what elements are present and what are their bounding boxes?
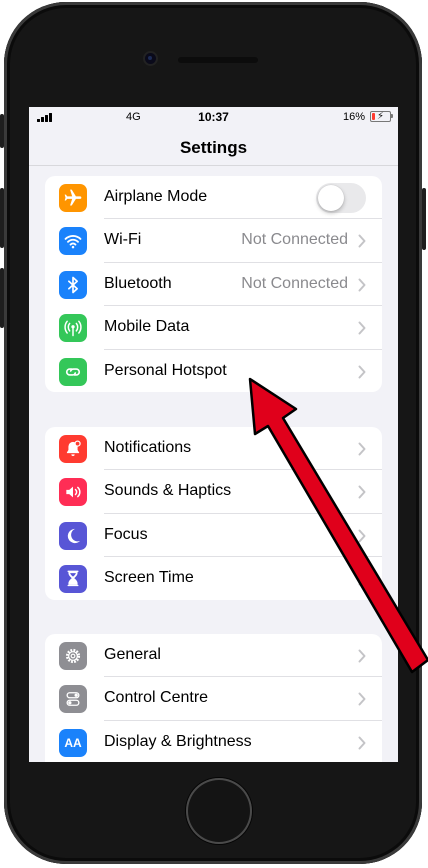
front-camera <box>145 53 156 64</box>
chevron-right-icon <box>358 278 366 292</box>
chevron-right-icon <box>358 234 366 248</box>
settings-row-wifi[interactable]: Wi-Fi Not Connected <box>45 219 382 263</box>
battery-percent: 16% <box>343 111 366 123</box>
chevron-right-icon <box>358 442 366 456</box>
hotspot-chain-icon <box>59 357 87 386</box>
moon-icon <box>59 521 87 550</box>
settings-row-label: Notifications <box>104 439 192 456</box>
volume-up-button <box>0 188 4 248</box>
power-button <box>422 188 426 250</box>
chevron-right-icon <box>358 736 366 750</box>
home-button[interactable] <box>186 778 252 844</box>
chevron-right-icon <box>358 485 366 499</box>
settings-row-notifications[interactable]: Notifications <box>45 427 382 471</box>
bluetooth-status-value: Not Connected <box>241 274 348 292</box>
settings-row-airplane-mode[interactable]: Airplane Mode <box>45 176 382 220</box>
wifi-status-value: Not Connected <box>241 231 348 249</box>
gear-icon <box>59 642 87 670</box>
settings-row-label: Personal Hotspot <box>104 361 227 379</box>
hourglass-icon <box>59 565 87 594</box>
speaker-icon <box>59 478 87 507</box>
settings-row-label: Sounds & Haptics <box>104 482 232 500</box>
chevron-right-icon <box>358 649 366 663</box>
settings-group-notifications: Notifications Sounds & Haptics Focus Scr… <box>45 427 382 600</box>
settings-row-label: Wi-Fi <box>104 231 142 249</box>
airplane-icon <box>59 184 87 212</box>
mute-switch <box>0 114 4 148</box>
text-size-icon: AA <box>59 728 87 757</box>
chevron-right-icon <box>358 529 366 543</box>
settings-row-label: Mobile Data <box>104 318 190 336</box>
settings-group-general: General Control Centre AA Display & Brig… <box>45 634 382 762</box>
settings-row-label: Bluetooth <box>104 274 172 292</box>
chevron-right-icon <box>358 692 366 706</box>
settings-row-mobile-data[interactable]: Mobile Data <box>45 306 382 350</box>
settings-row-label: Control Centre <box>104 689 209 707</box>
volume-down-button <box>0 268 4 328</box>
switches-icon <box>59 685 87 714</box>
text-size-glyph: AA <box>64 735 82 750</box>
settings-row-display-brightness[interactable]: AA Display & Brightness <box>45 721 382 762</box>
chevron-right-icon <box>358 572 366 586</box>
bell-icon <box>59 435 87 463</box>
battery-charging-icon: ⚡ <box>370 111 393 122</box>
settings-group-connectivity: Airplane Mode Wi-Fi Not Connected Blueto… <box>45 176 382 392</box>
settings-row-personal-hotspot[interactable]: Personal Hotspot <box>45 350 382 392</box>
settings-row-screen-time[interactable]: Screen Time <box>45 557 382 600</box>
settings-row-label: Display & Brightness <box>104 732 252 750</box>
page-title: Settings <box>179 138 248 157</box>
settings-row-general[interactable]: General <box>45 634 382 678</box>
bluetooth-icon <box>59 270 87 299</box>
airplane-mode-toggle[interactable] <box>316 183 366 213</box>
antenna-icon <box>59 314 87 343</box>
settings-row-label: Airplane Mode <box>104 188 208 205</box>
status-bar: 4G 10:37 16% ⚡ <box>29 107 398 129</box>
settings-row-label: Focus <box>104 525 148 543</box>
settings-row-bluetooth[interactable]: Bluetooth Not Connected <box>45 263 382 307</box>
settings-row-focus[interactable]: Focus <box>45 514 382 558</box>
nav-divider <box>29 165 398 166</box>
screen: 4G 10:37 16% ⚡ Settings Airplane Mode Wi… <box>29 107 398 762</box>
settings-row-label: General <box>104 646 161 663</box>
settings-row-label: Screen Time <box>104 569 194 587</box>
chevron-right-icon <box>358 321 366 335</box>
settings-row-sounds-haptics[interactable]: Sounds & Haptics <box>45 470 382 514</box>
earpiece-speaker <box>178 57 258 63</box>
wifi-icon <box>59 227 87 256</box>
settings-row-control-centre[interactable]: Control Centre <box>45 677 382 721</box>
chevron-right-icon <box>358 365 366 379</box>
